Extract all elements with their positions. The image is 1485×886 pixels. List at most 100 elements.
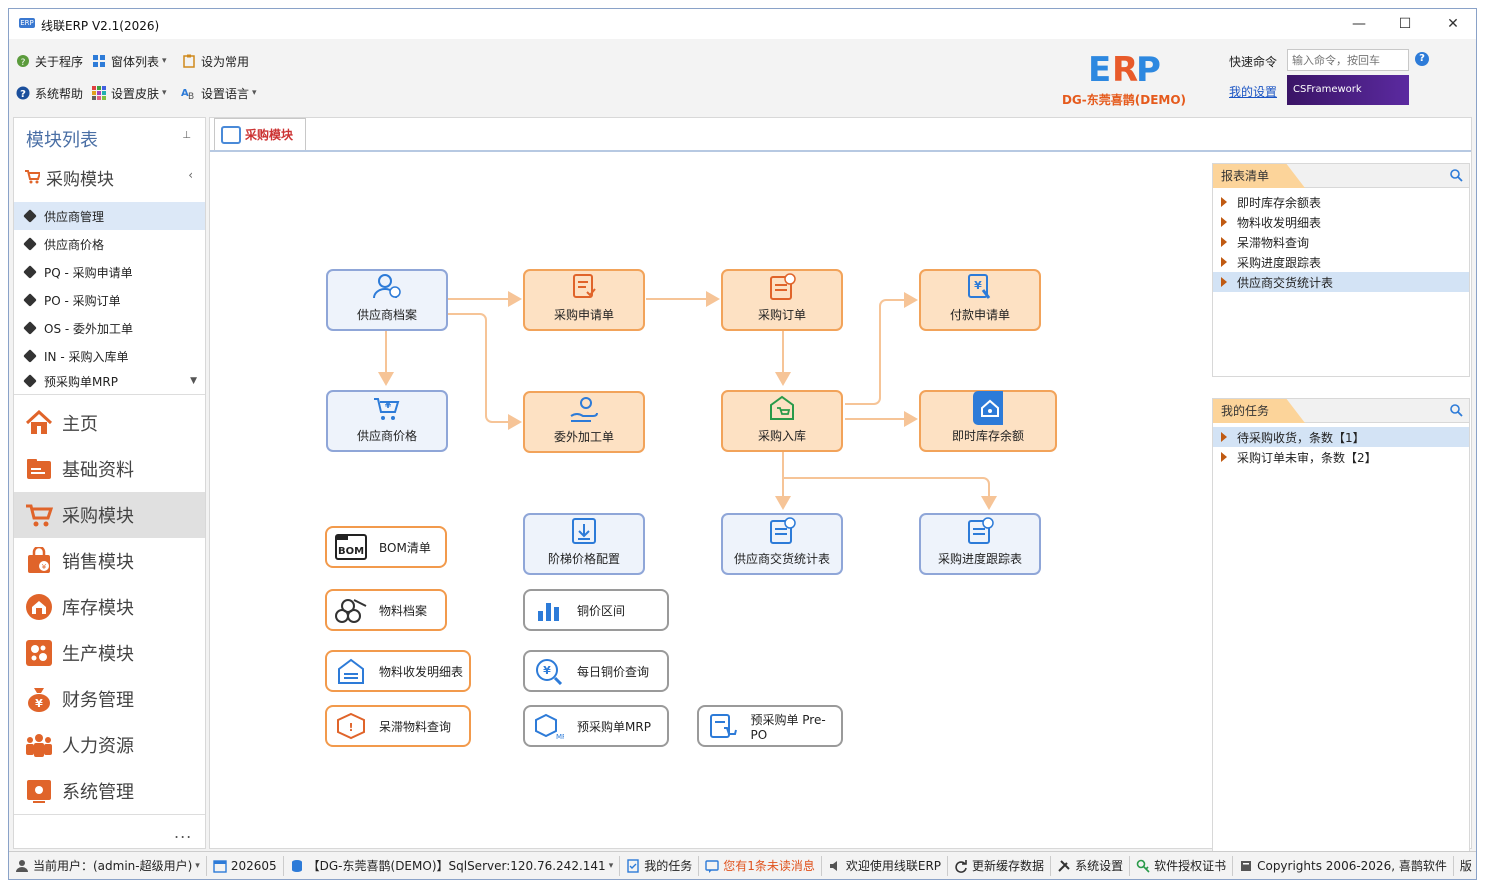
report-item[interactable]: 供应商交货统计表 (1213, 272, 1469, 292)
module-home[interactable]: 主页 (14, 400, 205, 446)
shortcut-copper-range[interactable]: 铜价区间 (523, 589, 669, 631)
search-icon[interactable] (1449, 403, 1463, 417)
tasks-panel-title: 我的任务 (1213, 399, 1305, 423)
quick-help-icon[interactable]: ? (1415, 52, 1429, 66)
status-db-label: 【DG-东莞喜鹊(DEMO)】SqlServer:120.76.242.141 (307, 859, 606, 873)
clipboard-icon (181, 53, 197, 69)
report-item[interactable]: 呆滞物料查询 (1213, 232, 1469, 252)
coin-search-icon: ¥ (531, 655, 567, 687)
shortcut-stale-material[interactable]: ! 呆滞物料查询 (325, 705, 471, 747)
svg-text:¥: ¥ (543, 664, 551, 677)
main-toolbar: ? 关于程序 窗体列表 ▾ 设为常用 ? 系统帮助 设置皮肤 ▾ AB 设置语言 ▾ … (9, 39, 1476, 117)
status-unread-messages[interactable]: 您有1条未读消息 (699, 855, 822, 876)
flow-node-instant-inventory[interactable]: 即时库存余额 (919, 390, 1057, 452)
flow-node-supplier-price[interactable]: ¥ 供应商价格 (326, 390, 448, 452)
close-button[interactable]: ✕ (1433, 13, 1473, 35)
language-label: 设置语言 (201, 86, 250, 101)
status-system-settings[interactable]: 系统设置 (1051, 855, 1131, 876)
module-finance[interactable]: ¥ 财务管理 (14, 676, 205, 722)
quick-command-label: 快速命令 (1229, 55, 1278, 69)
sidebar-item-supplier-price[interactable]: 供应商价格 (14, 230, 205, 258)
search-icon[interactable] (1449, 168, 1463, 182)
module-hr[interactable]: 人力资源 (14, 722, 205, 768)
module-production[interactable]: 生产模块 (14, 630, 205, 676)
sidebar-item-in[interactable]: IN - 采购入库单 (14, 342, 205, 370)
shortcut-pre-mrp[interactable]: MRP 预采购单MRP (523, 705, 669, 747)
my-settings-link[interactable]: 我的设置 (1229, 83, 1277, 100)
flow-node-purchase-order[interactable]: 采购订单 (721, 269, 843, 331)
windows-list-button[interactable]: 窗体列表 ▾ (91, 51, 167, 71)
quick-command-input[interactable] (1287, 49, 1409, 71)
shortcut-pre-po[interactable]: 预采购单 Pre-PO (697, 705, 843, 747)
inbound-warehouse-icon (767, 393, 797, 423)
module-label: 采购模块 (62, 506, 134, 527)
shortcut-daily-copper[interactable]: ¥ 每日铜价查询 (523, 650, 669, 692)
shortcut-bom[interactable]: BOM BOM清单 (325, 526, 447, 568)
task-item[interactable]: 待采购收货，条数【1】 (1213, 427, 1469, 447)
sidebar-group-purchase[interactable]: 采购模块 ‹ (14, 162, 205, 190)
system-settings-icon (24, 776, 54, 806)
node-label: 即时库存余额 (951, 429, 1024, 443)
about-button[interactable]: ? 关于程序 (15, 51, 83, 71)
module-basic-data[interactable]: 基础资料 (14, 446, 205, 492)
set-common-button[interactable]: 设为常用 (181, 51, 249, 71)
cube-icon (23, 209, 37, 223)
task-item[interactable]: 采购订单未审，条数【2】 (1213, 447, 1469, 467)
module-sales[interactable]: ¥ 销售模块 (14, 538, 205, 584)
sidebar-item-os[interactable]: OS - 委外加工单 (14, 314, 205, 342)
status-refresh-cache[interactable]: 更新缓存数据 (948, 855, 1052, 876)
sidebar-item-pq[interactable]: PQ - 采购申请单 (14, 258, 205, 286)
flow-node-outsource-order[interactable]: 委外加工单 (523, 391, 645, 453)
report-item[interactable]: 采购进度跟踪表 (1213, 252, 1469, 272)
module-system[interactable]: 系统管理 (14, 768, 205, 814)
scroll-down-icon[interactable]: ▼ (190, 376, 197, 386)
shortcut-label: 预采购单 Pre-PO (750, 712, 826, 742)
status-period[interactable]: 202605 (207, 855, 284, 876)
status-license-label: 软件授权证书 (1154, 859, 1227, 873)
more-options-button[interactable]: ... (174, 823, 192, 842)
status-tasks[interactable]: 我的任务 (620, 855, 700, 876)
shortcut-material-io[interactable]: 物料收发明细表 (325, 650, 471, 692)
bom-folder-icon: BOM (333, 531, 369, 563)
chevron-down-icon: ▾ (162, 56, 167, 66)
module-label: 生产模块 (62, 644, 134, 665)
help-button[interactable]: ? 系统帮助 (15, 83, 83, 103)
flow-node-supplier-file[interactable]: 供应商档案 (326, 269, 448, 331)
pin-icon[interactable]: ⊥ (182, 130, 191, 141)
tasks-panel-header: 我的任务 (1213, 399, 1469, 423)
supplier-person-icon (372, 272, 402, 302)
window-title: 线联ERP V2.1(2026) (41, 19, 160, 33)
sidebar-item-mrp[interactable]: 预采购单MRP ▼ (14, 370, 205, 392)
status-database[interactable]: 【DG-东莞喜鹊(DEMO)】SqlServer:120.76.242.141 ▾ (284, 855, 621, 876)
sidebar-item-po[interactable]: PO - 采购订单 (14, 286, 205, 314)
task-list-icon (626, 858, 640, 873)
home-icon (24, 408, 54, 438)
shopping-bag-icon: ¥ (24, 546, 54, 576)
flow-node-supplier-delivery-stats[interactable]: 供应商交货统计表 (721, 513, 843, 575)
shortcut-material-file[interactable]: 物料档案 (325, 589, 447, 631)
flow-node-purchase-progress[interactable]: 采购进度跟踪表 (919, 513, 1041, 575)
module-purchase[interactable]: 采购模块 (14, 492, 205, 538)
flow-node-tier-price[interactable]: 阶梯价格配置 (523, 513, 645, 575)
report-item[interactable]: 即时库存余额表 (1213, 192, 1469, 212)
flow-node-purchase-inbound[interactable]: 采购入库 (721, 390, 843, 452)
skin-button[interactable]: 设置皮肤 ▾ (91, 83, 167, 103)
triangle-right-icon (1221, 237, 1227, 247)
status-welcome-label: 欢迎使用线联ERP (845, 859, 942, 873)
minimize-button[interactable]: — (1339, 13, 1379, 35)
flow-node-purchase-request[interactable]: 采购申请单 (523, 269, 645, 331)
svg-text:¥: ¥ (42, 563, 47, 571)
flow-node-payment-request[interactable]: ¥ 付款申请单 (919, 269, 1041, 331)
maximize-button[interactable]: ☐ (1385, 13, 1425, 35)
status-user[interactable]: 当前用户：(admin-超级用户) ▾ (9, 855, 207, 876)
shortcut-label: 呆滞物料查询 (379, 719, 452, 734)
refresh-icon (954, 859, 968, 873)
language-button[interactable]: AB 设置语言 ▾ (181, 83, 257, 103)
module-inventory[interactable]: 库存模块 (14, 584, 205, 630)
report-item[interactable]: 物料收发明细表 (1213, 212, 1469, 232)
stats-doc-icon (767, 516, 797, 546)
folder-icon (24, 454, 54, 484)
status-license[interactable]: 软件授权证书 (1130, 855, 1234, 876)
status-version: 版 (1454, 856, 1476, 876)
sidebar-item-supplier-management[interactable]: 供应商管理 (14, 202, 205, 230)
